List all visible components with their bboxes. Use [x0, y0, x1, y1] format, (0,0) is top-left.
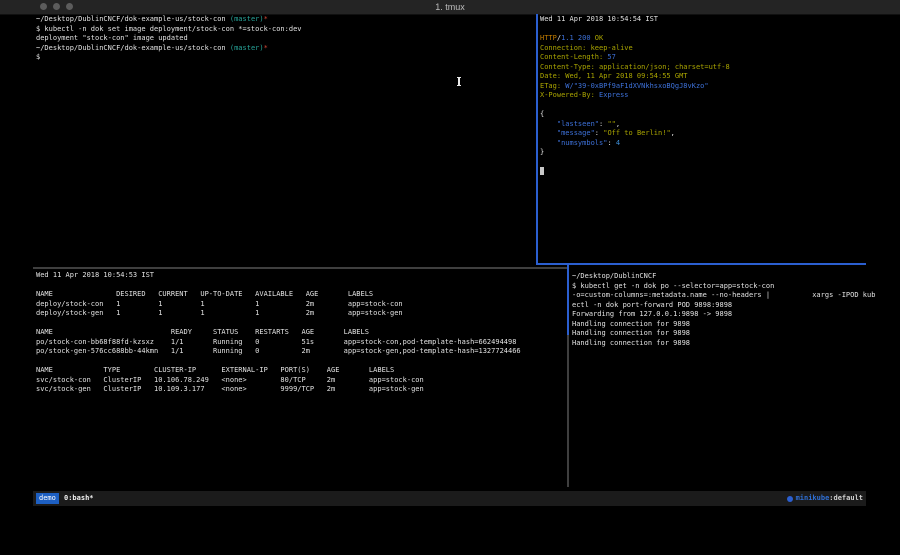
terminal-line	[540, 101, 866, 111]
terminal-line: deployment "stock-con" image updated	[36, 34, 531, 44]
terminal-line: deploy/stock-gen 1 1 1 1 2m app=stock-ge…	[36, 309, 564, 319]
status-right: minikube :default	[787, 491, 863, 506]
terminal-line: Handling connection for 9898	[572, 339, 868, 349]
terminal-line: NAME READY STATUS RESTARTS AGE LABELS	[36, 328, 564, 338]
pane-top-left[interactable]: ~/Desktop/DublinCNCF/dok-example-us/stoc…	[36, 15, 531, 63]
window-tab-bash[interactable]: 0:bash*	[64, 491, 94, 506]
terminal-line: HTTP/1.1 200 OK	[540, 34, 866, 44]
terminal-line: Connection: keep-alive	[540, 44, 866, 54]
tmux-status-bar: demo 0:bash* minikube :default	[33, 491, 866, 506]
k8s-namespace-label: :default	[829, 491, 863, 506]
terminal-line: svc/stock-gen ClusterIP 10.109.3.177 <no…	[36, 385, 564, 395]
terminal-line: deploy/stock-con 1 1 1 1 2m app=stock-co…	[36, 300, 564, 310]
terminal-line: $ kubectl get -n dok po --selector=app=s…	[572, 282, 868, 292]
terminal-line: {	[540, 110, 866, 120]
window-titlebar: 1. tmux	[0, 0, 900, 15]
terminal-line: X-Powered-By: Express	[540, 91, 866, 101]
terminal-line: -o=custom-columns=:metadata.name --no-he…	[572, 291, 868, 301]
terminal-line: "message": "Off to Berlin!",	[540, 129, 866, 139]
terminal-window: 1. tmux ~/Desktop/DublinCNCF/dok-example…	[0, 0, 900, 555]
terminal-line: ~/Desktop/DublinCNCF/dok-example-us/stoc…	[36, 44, 531, 54]
terminal-line: }	[540, 148, 866, 158]
terminal-line: "numsymbols": 4	[540, 139, 866, 149]
kubernetes-context-icon	[787, 496, 793, 502]
terminal-line: ~/Desktop/DublinCNCF/dok-example-us/stoc…	[36, 15, 531, 25]
terminal-line: po/stock-con-bb68f88fd-kzsxz 1/1 Running…	[36, 338, 564, 348]
pane-divider-left-horizontal[interactable]	[33, 267, 567, 269]
session-badge[interactable]: demo	[36, 493, 59, 504]
pane-bottom-left[interactable]: Wed 11 Apr 2018 10:54:53 IST NAME DESIRE…	[36, 271, 564, 395]
window-title: 1. tmux	[0, 0, 900, 14]
terminal-line	[540, 25, 866, 35]
pane-divider-right-horizontal[interactable]	[536, 263, 866, 265]
terminal-line: Wed 11 Apr 2018 10:54:54 IST	[540, 15, 866, 25]
terminal-line: Content-Type: application/json; charset=…	[540, 63, 866, 73]
terminal-line	[36, 281, 564, 291]
pane-divider-bottom-vertical-lower[interactable]	[567, 335, 569, 487]
terminal-line: NAME DESIRED CURRENT UP-TO-DATE AVAILABL…	[36, 290, 564, 300]
terminal-line: NAME TYPE CLUSTER-IP EXTERNAL-IP PORT(S)…	[36, 366, 564, 376]
terminal-line: Handling connection for 9898	[572, 320, 868, 330]
terminal-line	[36, 319, 564, 329]
pane-bottom-right[interactable]: ~/Desktop/DublinCNCF$ kubectl get -n dok…	[572, 272, 868, 348]
terminal-line: svc/stock-con ClusterIP 10.106.78.249 <n…	[36, 376, 564, 386]
terminal-line: "lastseen": "",	[540, 120, 866, 130]
terminal-line: $	[36, 53, 531, 63]
terminal-line: Wed 11 Apr 2018 10:54:53 IST	[36, 271, 564, 281]
terminal-line: ectl -n dok port-forward POD 9898:9898	[572, 301, 868, 311]
terminal-line: Date: Wed, 11 Apr 2018 09:54:55 GMT	[540, 72, 866, 82]
terminal-line: $ kubectl -n dok set image deployment/st…	[36, 25, 531, 35]
k8s-cluster-label: minikube	[796, 491, 830, 506]
terminal-line: ~/Desktop/DublinCNCF	[572, 272, 868, 282]
terminal-line	[540, 167, 866, 177]
terminal-line: po/stock-gen-576cc688bb-44kmn 1/1 Runnin…	[36, 347, 564, 357]
pane-top-right[interactable]: Wed 11 Apr 2018 10:54:54 IST HTTP/1.1 20…	[540, 15, 866, 177]
terminal-line: Forwarding from 127.0.0.1:9898 -> 9898	[572, 310, 868, 320]
pane-divider-top-vertical[interactable]	[536, 14, 538, 264]
mouse-ibeam-cursor	[456, 77, 461, 86]
terminal-line	[540, 158, 866, 168]
terminal-line: Content-Length: 57	[540, 53, 866, 63]
pane-divider-bottom-vertical-upper[interactable]	[567, 264, 569, 335]
terminal-line	[36, 357, 564, 367]
terminal-line: ETag: W/"39-0xBPf9aF1dXVNkhsxoBQgJ8vKzo"	[540, 82, 866, 92]
terminal-line: Handling connection for 9898	[572, 329, 868, 339]
